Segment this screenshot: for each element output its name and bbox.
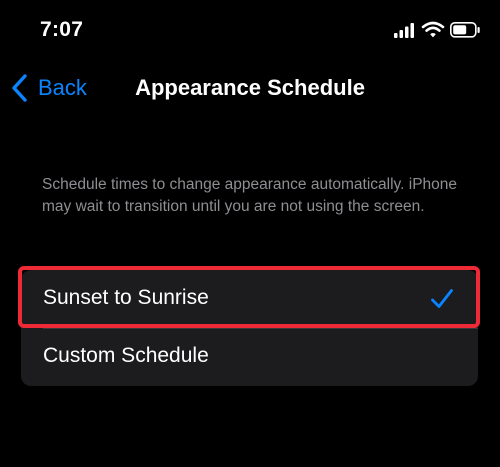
battery-icon: [450, 22, 480, 38]
option-label: Custom Schedule: [43, 344, 209, 367]
status-time: 7:07: [40, 18, 84, 41]
status-icons: [394, 21, 484, 39]
navigation-bar: Back Appearance Schedule: [0, 66, 500, 110]
page-title: Appearance Schedule: [135, 75, 365, 100]
wifi-icon: [421, 21, 445, 38]
status-bar: 7:07: [0, 0, 500, 56]
section-description: Schedule times to change appearance auto…: [42, 176, 458, 215]
option-custom-schedule[interactable]: Custom Schedule: [21, 328, 478, 386]
highlight-annotation-box: [18, 266, 480, 328]
status-icons-graphic: [394, 21, 480, 38]
cellular-signal-icon: [394, 23, 414, 38]
